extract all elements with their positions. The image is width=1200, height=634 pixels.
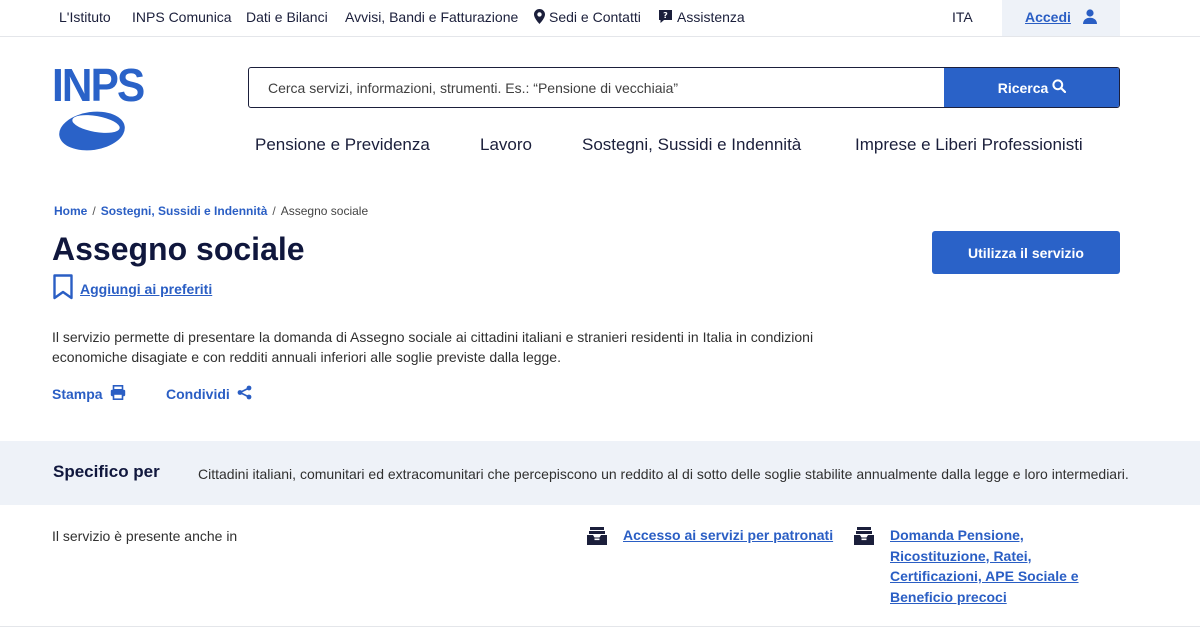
search-button[interactable]: Ricerca [944,68,1119,107]
topbar-link-avvisi-bandi[interactable]: Avvisi, Bandi e Fatturazione [345,9,518,25]
target-audience-band: Specifico per Cittadini italiani, comuni… [0,441,1200,505]
service-link-patronati-label: Accesso ai servizi per patronati [623,527,834,543]
logo-wordmark: INPS [52,59,145,111]
page-title: Assegno sociale [52,231,305,267]
also-in-label: Il servizio è presente anche in [52,528,238,544]
topbar-link-assistenza[interactable]: ? Assistenza [658,9,745,27]
share-button[interactable]: Condividi [166,385,252,403]
inbox-tray-icon [586,525,608,547]
breadcrumb-separator: / [92,204,96,218]
nav-sostegni-sussidi[interactable]: Sostegni, Sussidi e Indennità [582,135,801,155]
breadcrumb: Home / Sostegni, Sussidi e Indennità / Asseg… [54,204,368,218]
user-icon [1083,9,1097,29]
breadcrumb-current: Assegno sociale [280,204,369,218]
printer-icon [110,385,126,403]
nav-pensione-previdenza[interactable]: Pensione e Previdenza [255,135,430,155]
topbar-link-sedi-contatti-label: Sedi e Contatti [549,9,641,25]
chat-question-icon: ? [658,9,673,27]
search-input[interactable] [249,68,944,107]
target-audience-label: Specifico per [53,462,160,481]
service-link-patronati[interactable]: Accesso ai servizi per patronati [586,525,843,547]
topbar-link-istituto[interactable]: L'Istituto [59,9,111,25]
logo-swoosh-icon [59,111,125,151]
service-link-domanda-pensione[interactable]: Domanda Pensione, Ricostituzione, Ratei,… [853,525,1080,607]
share-label: Condividi [166,386,230,402]
bookmark-icon [53,273,73,305]
search-bar: Ricerca [248,67,1120,108]
section-divider [0,626,1200,627]
topbar-link-sedi-contatti[interactable]: Sedi e Contatti [534,9,641,27]
topbar-link-assistenza-label: Assistenza [677,9,745,25]
topbar-link-inps-comunica[interactable]: INPS Comunica [132,9,232,25]
print-label: Stampa [52,386,103,402]
login-label: Accedi [1025,9,1071,25]
nav-imprese-professionisti[interactable]: Imprese e Liberi Professionisti [855,135,1083,155]
inps-logo[interactable]: INPS [52,62,145,152]
add-favorite-label: Aggiungi ai preferiti [80,281,213,297]
breadcrumb-sostegni[interactable]: Sostegni, Sussidi e Indennità [101,204,268,218]
add-favorite-link[interactable]: Aggiungi ai preferiti [53,273,213,305]
top-utility-bar: L'Istituto INPS Comunica Dati e Bilanci … [0,0,1200,37]
use-service-button[interactable]: Utilizza il servizio [932,231,1120,274]
search-button-label: Ricerca [997,79,1049,96]
map-pin-icon [534,9,545,27]
inbox-tray-icon [853,525,875,547]
search-icon [1052,79,1067,96]
service-link-domanda-pensione-label: Domanda Pensione, Ricostituzione, Ratei,… [890,527,1079,605]
login-button[interactable]: Accedi [1002,0,1120,36]
language-selector[interactable]: ITA [952,9,973,25]
topbar-link-dati-bilanci[interactable]: Dati e Bilanci [246,9,328,25]
print-button[interactable]: Stampa [52,385,126,403]
target-audience-value: Cittadini italiani, comunitari ed extrac… [198,466,1129,482]
share-icon [237,385,252,403]
nav-lavoro[interactable]: Lavoro [480,135,532,155]
breadcrumb-home[interactable]: Home [54,204,87,218]
breadcrumb-separator: / [272,204,276,218]
svg-text:?: ? [663,11,668,20]
service-description: Il servizio permette di presentare la do… [52,329,814,365]
